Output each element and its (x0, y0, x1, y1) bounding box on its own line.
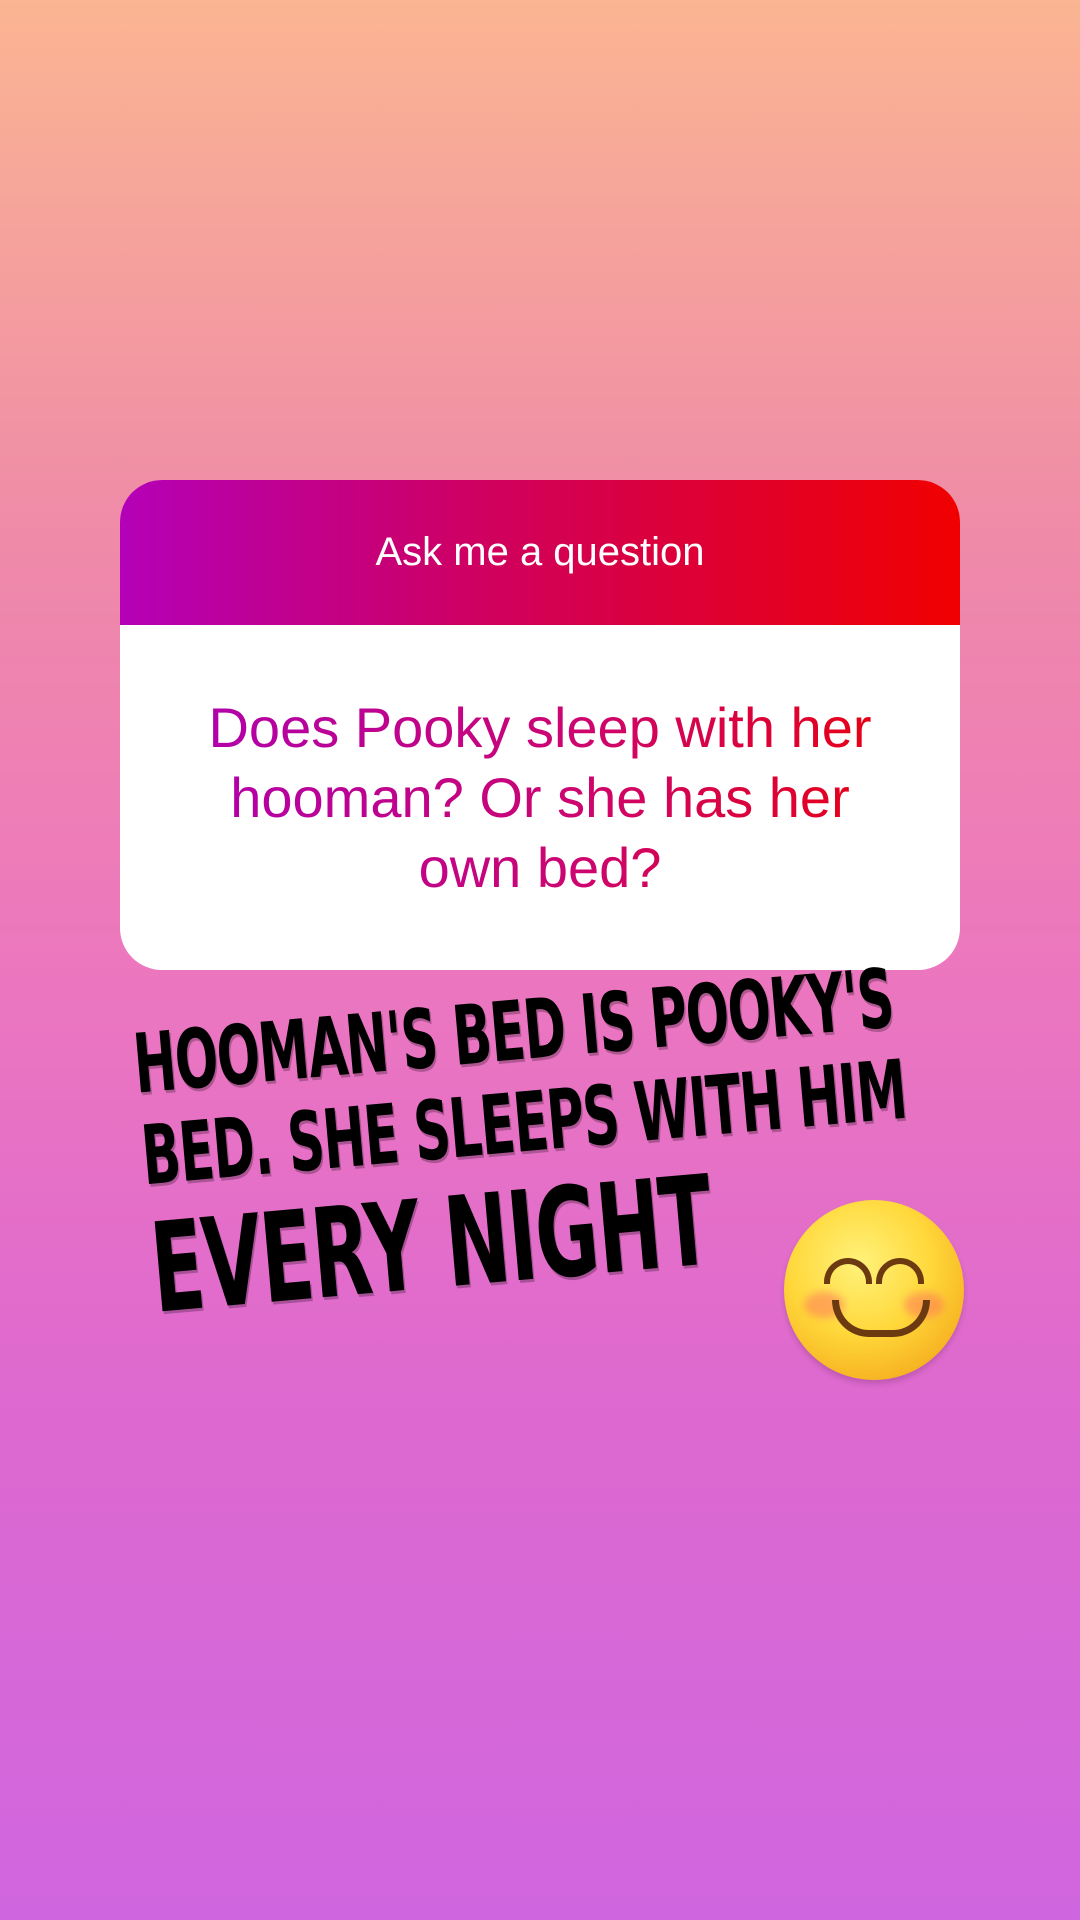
emoji-eye (876, 1258, 924, 1284)
question-sticker-body: Does Pooky sleep with her hooman? Or she… (120, 625, 960, 970)
question-sticker-header: Ask me a question (120, 480, 960, 625)
smiling-face-icon (784, 1200, 964, 1380)
question-sticker[interactable]: Ask me a question Does Pooky sleep with … (120, 480, 960, 970)
question-text: Does Pooky sleep with her hooman? Or she… (180, 693, 900, 903)
question-sticker-title: Ask me a question (375, 530, 705, 574)
emoji-eye (824, 1258, 872, 1284)
emoji-mouth (832, 1300, 930, 1337)
